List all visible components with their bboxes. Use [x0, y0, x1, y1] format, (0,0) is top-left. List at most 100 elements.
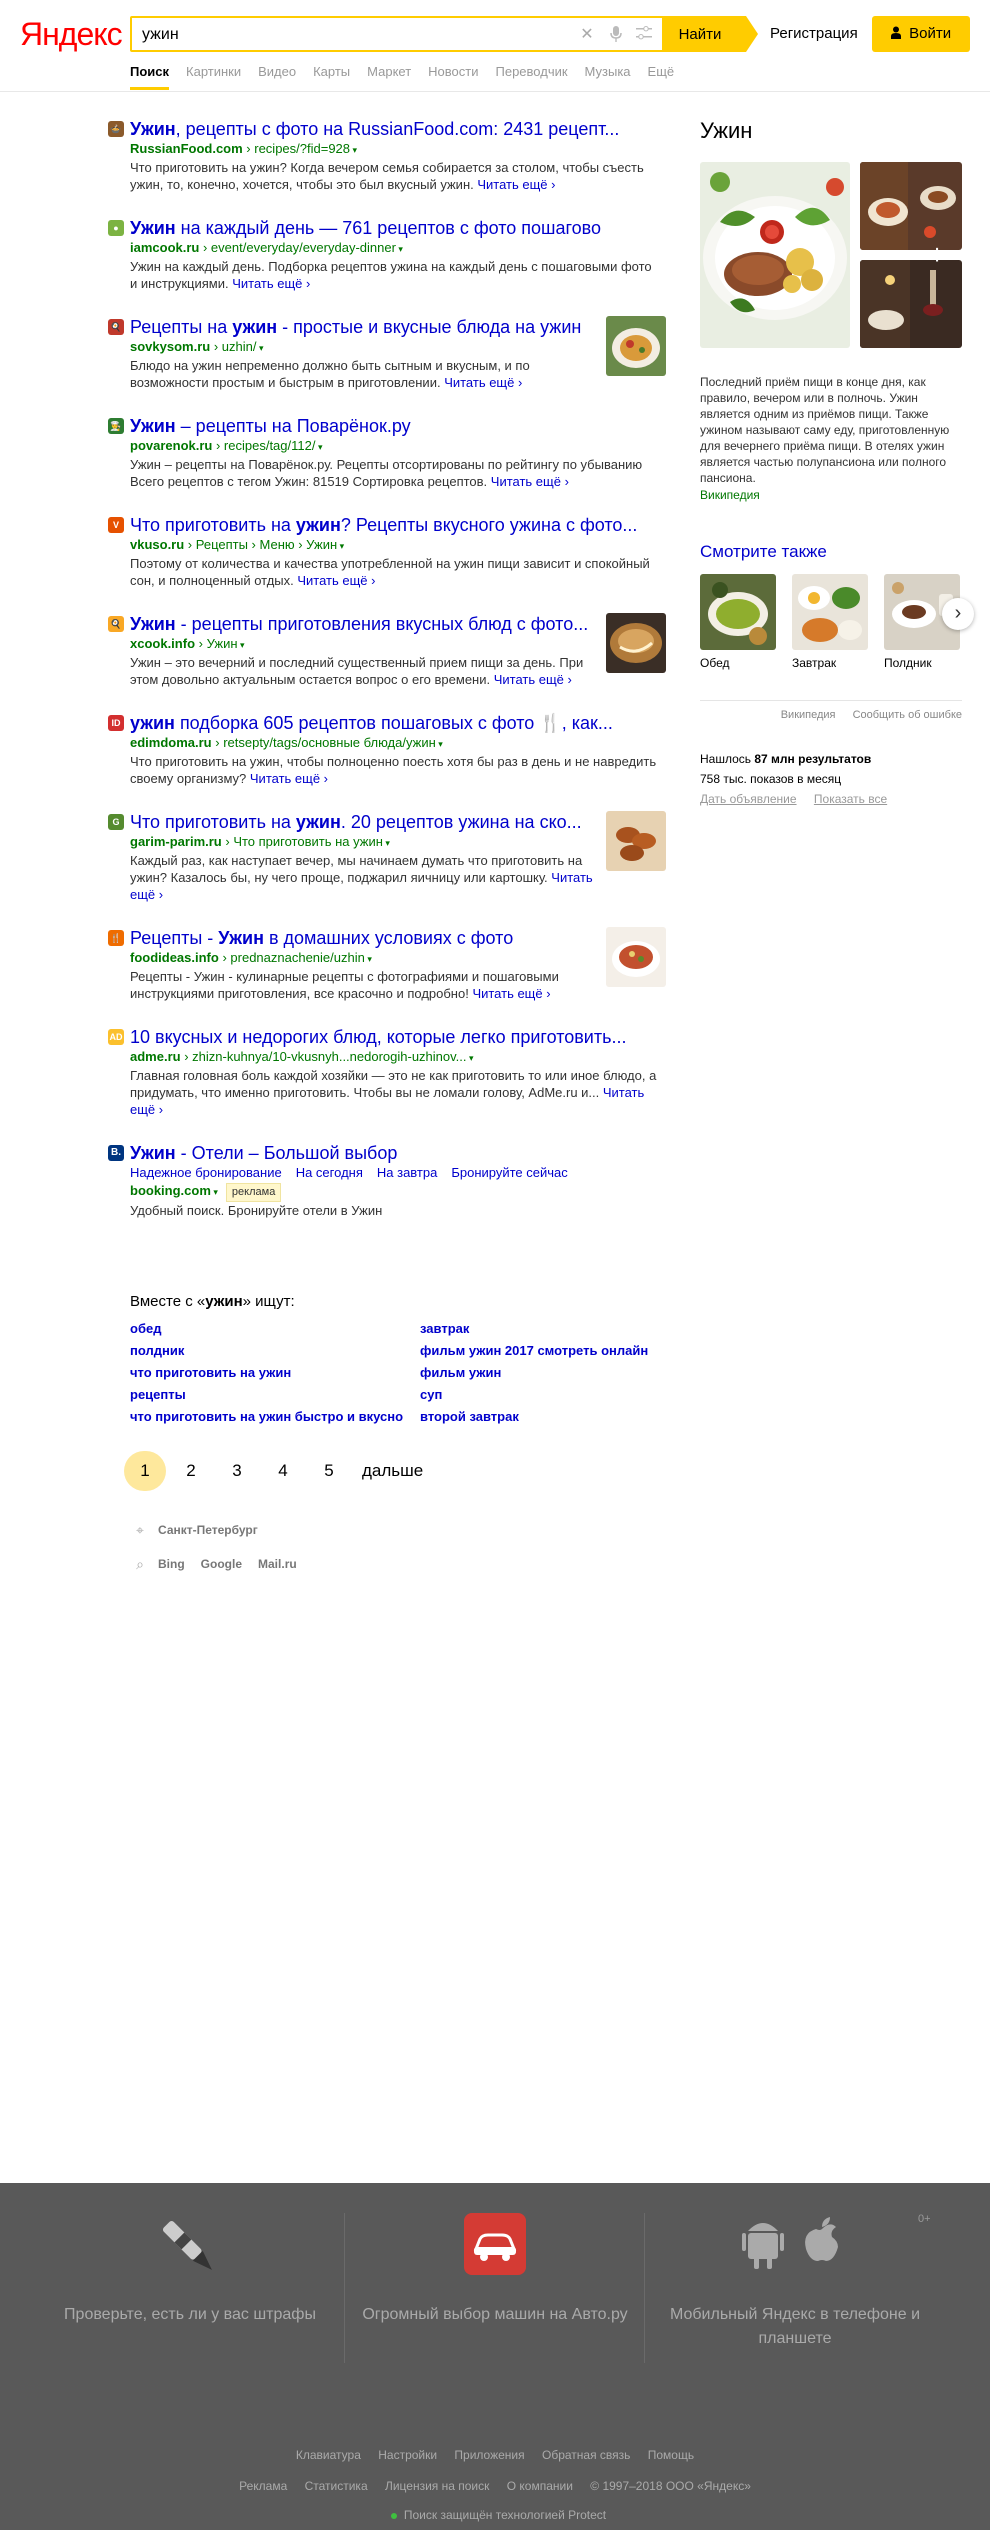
tab-maps[interactable]: Карты	[313, 64, 350, 90]
footer-link[interactable]: Реклама	[239, 2479, 287, 2493]
result-url[interactable]: adme.ru › zhizn-kuhnya/10-vkusnyh...nedo…	[130, 1048, 668, 1067]
result-url[interactable]: RussianFood.com › recipes/?fid=928 ▾	[130, 140, 668, 159]
result-title-link[interactable]: Что приготовить на ужин? Рецепты вкусног…	[130, 514, 660, 536]
dropdown-caret-icon[interactable]: ▾	[211, 1187, 218, 1197]
login-button[interactable]: Войти	[872, 16, 970, 52]
settings-sliders-icon[interactable]	[635, 26, 653, 44]
show-all-link[interactable]: Показать все	[814, 792, 887, 806]
footer-link[interactable]: Клавиатура	[296, 2448, 361, 2462]
microphone-icon[interactable]	[607, 26, 625, 44]
result-thumbnail[interactable]	[606, 811, 666, 871]
tab-music[interactable]: Музыка	[585, 64, 631, 90]
promo-fines[interactable]: Проверьте, есть ли у вас штрафы	[40, 2213, 340, 2327]
next-page-link[interactable]: дальше	[354, 1451, 423, 1491]
footer-link[interactable]: Настройки	[378, 2448, 437, 2462]
city-link[interactable]: Санкт-Петербург	[158, 1523, 258, 1537]
tab-search[interactable]: Поиск	[130, 64, 170, 90]
result-url[interactable]: vkuso.ru › Рецепты › Меню › Ужин ▾	[130, 536, 668, 555]
tab-video[interactable]: Видео	[258, 64, 296, 90]
engine-mailru[interactable]: Mail.ru	[258, 1557, 297, 1571]
result-title-link[interactable]: Рецепты - Ужин в домашних условиях с фот…	[130, 927, 600, 949]
read-more-link[interactable]: Читать ещё ›	[491, 474, 569, 489]
result-thumbnail[interactable]	[606, 927, 666, 987]
dropdown-caret-icon[interactable]: ▾	[396, 244, 403, 254]
see-also-item[interactable]: Обед	[700, 574, 776, 670]
related-query-link[interactable]: полдник	[130, 1342, 420, 1360]
see-also-title[interactable]: Смотрите также	[700, 542, 962, 562]
read-more-link[interactable]: Читать ещё ›	[232, 276, 310, 291]
result-title-link[interactable]: Ужин - рецепты приготовления вкусных блю…	[130, 613, 600, 635]
result-url[interactable]: edimdoma.ru › retsepty/tags/основные блю…	[130, 734, 668, 753]
related-query-link[interactable]: обед	[130, 1320, 420, 1338]
result-url[interactable]: xcook.info › Ужин ▾	[130, 635, 668, 654]
tab-more[interactable]: Ещё	[648, 64, 675, 90]
entity-photo-2[interactable]	[860, 162, 962, 250]
engine-google[interactable]: Google	[201, 1557, 242, 1571]
footer-link[interactable]: Помощь	[648, 2448, 694, 2462]
ad-sitelink[interactable]: Надежное бронирование	[130, 1165, 282, 1180]
carousel-next-arrow-icon[interactable]: ›	[942, 598, 974, 630]
give-ad-link[interactable]: Дать объявление	[700, 792, 797, 806]
page-2[interactable]: 2	[170, 1451, 212, 1491]
plus-icon[interactable]: +	[926, 241, 948, 269]
entity-photo-main[interactable]	[700, 162, 850, 348]
result-title-link[interactable]: ужин подборка 605 рецептов пошаговых с ф…	[130, 712, 660, 734]
result-title-link[interactable]: Что приготовить на ужин. 20 рецептов ужи…	[130, 811, 600, 833]
read-more-link[interactable]: Читать ещё ›	[472, 986, 550, 1001]
result-title-link[interactable]: 10 вкусных и недорогих блюд, которые лег…	[130, 1026, 660, 1048]
dropdown-caret-icon[interactable]: ▾	[337, 541, 345, 551]
result-thumbnail[interactable]	[606, 316, 666, 376]
related-query-link[interactable]: фильм ужин	[420, 1364, 690, 1382]
search-input[interactable]	[142, 24, 562, 46]
wiki-link[interactable]: Википедия	[781, 709, 836, 721]
tab-market[interactable]: Маркет	[367, 64, 411, 90]
ad-sitelink[interactable]: Бронируйте сейчас	[451, 1165, 567, 1180]
ad-sitelink[interactable]: На завтра	[377, 1165, 437, 1180]
read-more-link[interactable]: Читать ещё ›	[250, 771, 328, 786]
footer-link[interactable]: Лицензия на поиск	[385, 2479, 489, 2493]
read-more-link[interactable]: Читать ещё ›	[494, 672, 572, 687]
entity-photo-3[interactable]	[860, 260, 962, 348]
result-url[interactable]: povarenok.ru › recipes/tag/112/ ▾	[130, 437, 668, 456]
engine-bing[interactable]: Bing	[158, 1557, 185, 1571]
yandex-logo[interactable]: Яндекс	[20, 16, 123, 53]
read-more-link[interactable]: Читать ещё ›	[477, 177, 555, 192]
result-title-link[interactable]: Ужин – рецепты на Поварёнок.ру	[130, 415, 660, 437]
promo-mobile[interactable]: Мобильный Яндекс в телефоне и планшете	[645, 2213, 945, 2351]
clear-icon[interactable]: ✕	[578, 26, 596, 44]
result-url[interactable]: sovkysom.ru › uzhin/ ▾	[130, 338, 668, 357]
result-url[interactable]: garim-parim.ru › Что приготовить на ужин…	[130, 833, 668, 852]
related-query-link[interactable]: завтрак	[420, 1320, 690, 1338]
page-5[interactable]: 5	[308, 1451, 350, 1491]
footer-link[interactable]: О компании	[507, 2479, 573, 2493]
report-error-link[interactable]: Сообщить об ошибке	[853, 709, 962, 721]
promo-auto[interactable]: Огромный выбор машин на Авто.ру	[345, 2213, 645, 2327]
related-query-link[interactable]: что приготовить на ужин	[130, 1364, 420, 1382]
result-title-link[interactable]: Рецепты на ужин - простые и вкусные блюд…	[130, 316, 600, 338]
see-also-item[interactable]: Завтрак	[792, 574, 868, 670]
ad-url[interactable]: booking.com ▾ реклама	[130, 1182, 668, 1202]
footer-link[interactable]: Статистика	[305, 2479, 368, 2493]
read-more-link[interactable]: Читать ещё ›	[297, 573, 375, 588]
entity-source[interactable]: Википедия	[700, 488, 962, 502]
ad-sitelink[interactable]: На сегодня	[296, 1165, 363, 1180]
result-title-link[interactable]: Ужин на каждый день — 761 рецептов с фот…	[130, 217, 660, 239]
related-query-link[interactable]: второй завтрак	[420, 1408, 690, 1426]
search-button[interactable]: Найти	[664, 16, 746, 52]
dropdown-caret-icon[interactable]: ▾	[383, 838, 390, 848]
dropdown-caret-icon[interactable]: ▾	[238, 640, 245, 650]
dropdown-caret-icon[interactable]: ▾	[256, 343, 264, 353]
dropdown-caret-icon[interactable]: ▾	[436, 739, 443, 749]
dropdown-caret-icon[interactable]: ▾	[365, 954, 372, 964]
related-query-link[interactable]: фильм ужин 2017 смотреть онлайн	[420, 1342, 690, 1360]
related-query-link[interactable]: суп	[420, 1386, 690, 1404]
page-3[interactable]: 3	[216, 1451, 258, 1491]
result-title-link[interactable]: Ужин, рецепты с фото на RussianFood.com:…	[130, 118, 660, 140]
related-query-link[interactable]: что приготовить на ужин быстро и вкусно	[130, 1408, 420, 1426]
read-more-link[interactable]: Читать ещё ›	[444, 375, 522, 390]
result-url[interactable]: foodideas.info › prednaznachenie/uzhin ▾	[130, 949, 668, 968]
footer-link[interactable]: Обратная связь	[542, 2448, 630, 2462]
footer-link[interactable]: Приложения	[454, 2448, 524, 2462]
dropdown-caret-icon[interactable]: ▾	[315, 442, 323, 452]
tab-images[interactable]: Картинки	[186, 64, 241, 90]
